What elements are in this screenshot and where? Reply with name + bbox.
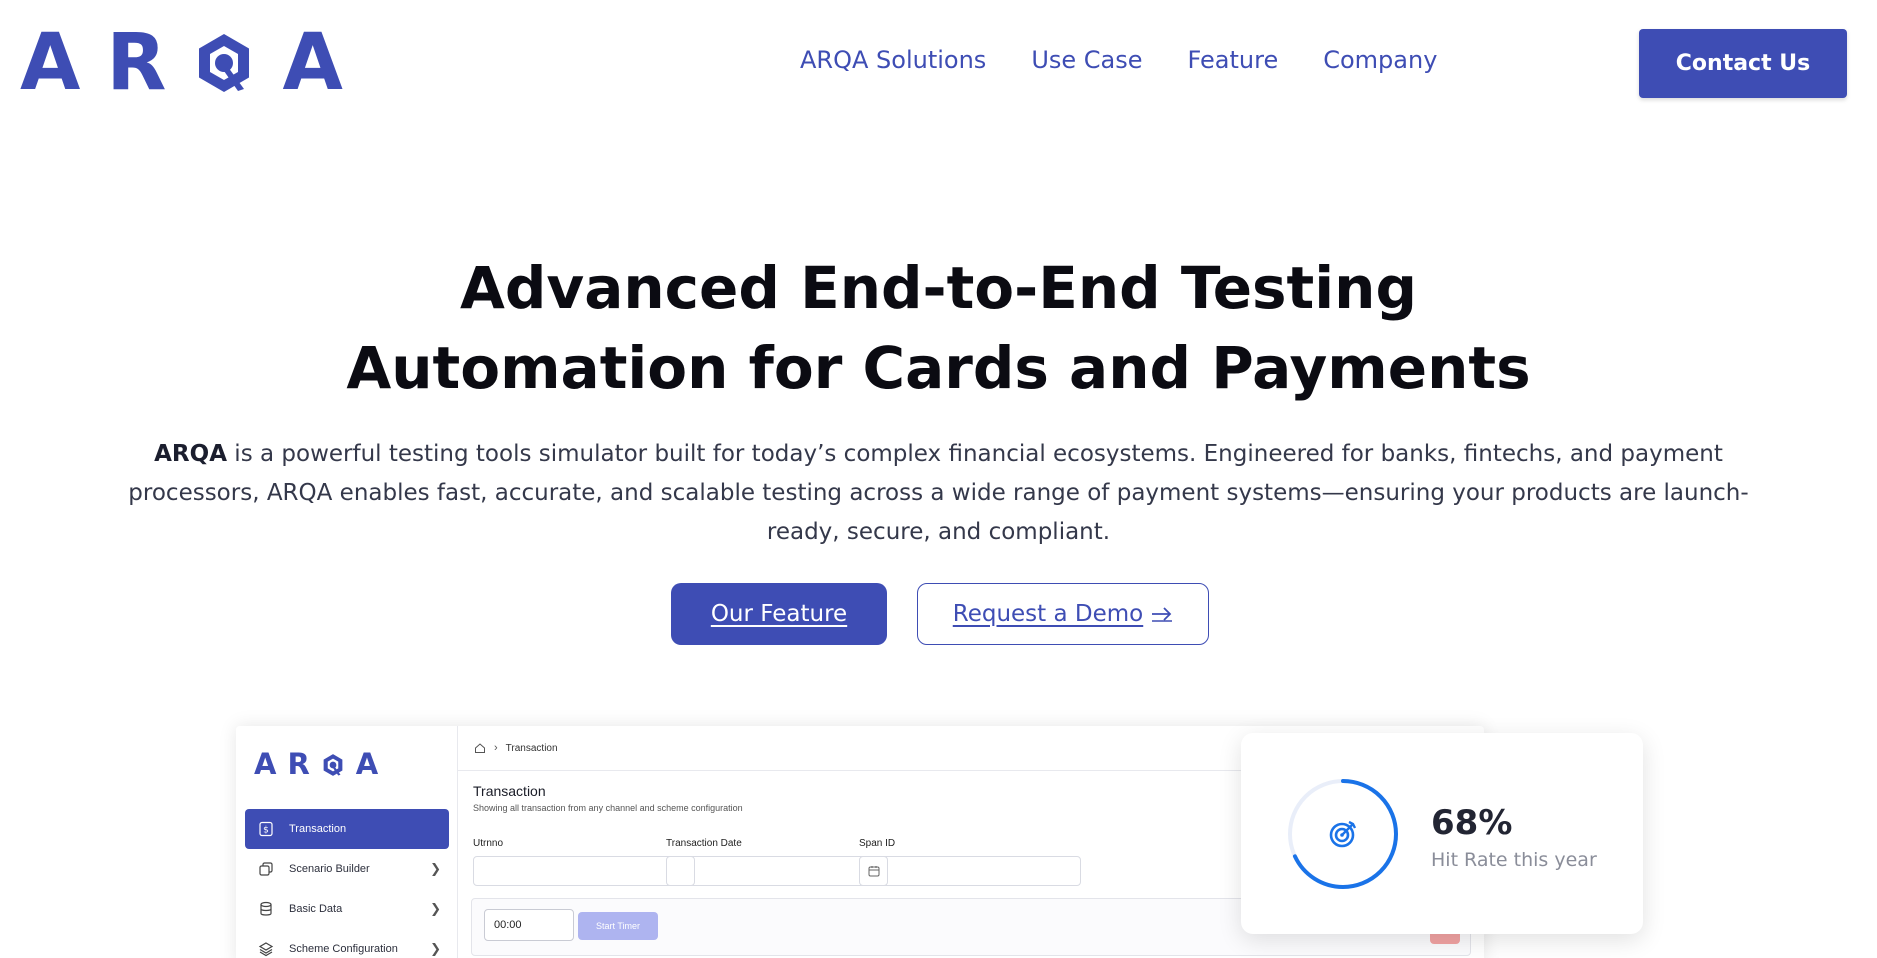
- transaction-date-field: Transaction Date: [666, 838, 888, 886]
- chevron-right-icon: ›: [494, 742, 498, 754]
- preview-logo-letter-r: R: [287, 747, 310, 781]
- hero-title-line-2: Automation for Cards and Payments: [346, 334, 1531, 402]
- hit-rate-value: 68%: [1431, 803, 1513, 843]
- transaction-date-label: Transaction Date: [666, 838, 742, 849]
- preview-sidebar-menu: $ Transaction Scenario Builder ❯ Basic D…: [245, 809, 449, 958]
- database-icon: [257, 900, 275, 918]
- nav-link-company[interactable]: Company: [1323, 46, 1437, 74]
- dollar-doc-icon: $: [257, 820, 275, 838]
- layers-icon: [257, 940, 275, 958]
- nav-link-feature[interactable]: Feature: [1188, 46, 1279, 74]
- sidebar-item-label: Transaction: [289, 823, 347, 835]
- span-id-input[interactable]: [859, 856, 1081, 886]
- hero-title: Advanced End-to-End Testing Automation f…: [0, 248, 1877, 408]
- sidebar-item-scenario-builder[interactable]: Scenario Builder ❯: [245, 849, 449, 889]
- request-demo-button[interactable]: Request a Demo: [917, 583, 1209, 645]
- nav-link-arqa-solutions[interactable]: ARQA Solutions: [800, 46, 986, 74]
- page-subtitle: Showing all transaction from any channel…: [473, 803, 743, 813]
- utrnno-input[interactable]: [473, 856, 695, 886]
- utrnno-field: Utrnno: [473, 838, 695, 886]
- preview-logo-letter-a2: A: [355, 747, 379, 781]
- sidebar-item-label: Scheme Configuration: [289, 943, 398, 955]
- brand-logo[interactable]: A R A: [20, 24, 343, 102]
- span-id-field: Span ID: [859, 838, 1081, 886]
- logo-letter-a: A: [20, 17, 81, 108]
- nav-link-use-case[interactable]: Use Case: [1031, 46, 1142, 74]
- logo-q-hexagon-icon: [199, 33, 250, 92]
- svg-text:$: $: [263, 826, 269, 836]
- hero-description-brand: ARQA: [154, 441, 227, 467]
- home-icon[interactable]: [474, 742, 486, 754]
- chevron-right-icon: ❯: [430, 861, 441, 876]
- hit-rate-label: Hit Rate this year: [1431, 849, 1597, 871]
- contact-us-button[interactable]: Contact Us: [1639, 29, 1847, 98]
- page-title: Transaction: [473, 783, 546, 799]
- sidebar-item-basic-data[interactable]: Basic Data ❯: [245, 889, 449, 929]
- sidebar-item-label: Scenario Builder: [289, 863, 370, 875]
- hero-description-text: is a powerful testing tools simulator bu…: [128, 441, 1749, 545]
- preview-brand-logo: A R A: [254, 750, 378, 779]
- sidebar-item-transaction[interactable]: $ Transaction: [245, 809, 449, 849]
- utrnno-label: Utrnno: [473, 838, 504, 849]
- our-feature-button[interactable]: Our Feature: [671, 583, 887, 645]
- preview-logo-q-hexagon-icon: [323, 753, 343, 776]
- request-demo-label: Request a Demo: [952, 601, 1144, 627]
- hit-rate-card: 68% Hit Rate this year: [1241, 733, 1643, 934]
- logo-letter-r: R: [106, 17, 167, 108]
- start-timer-button[interactable]: Start Timer: [578, 912, 658, 940]
- arrow-right-icon: [1152, 607, 1173, 622]
- main-nav: ARQA Solutions Use Case Feature Company: [800, 46, 1437, 74]
- timer-input[interactable]: 00:00: [484, 909, 574, 941]
- hit-rate-progress-ring: [1288, 779, 1398, 889]
- target-icon: [1329, 820, 1357, 848]
- sidebar-item-scheme-configuration[interactable]: Scheme Configuration ❯: [245, 929, 449, 958]
- copy-icon: [257, 860, 275, 878]
- span-id-label: Span ID: [859, 838, 896, 849]
- breadcrumb-current[interactable]: Transaction: [506, 743, 558, 754]
- hero-title-line-1: Advanced End-to-End Testing: [460, 254, 1417, 322]
- top-navbar: A R A ARQA Solutions Use Case Feature Co…: [0, 0, 1877, 130]
- hero-description: ARQA is a powerful testing tools simulat…: [120, 435, 1757, 552]
- transaction-date-input[interactable]: [666, 856, 888, 886]
- preview-logo-letter-a: A: [254, 747, 277, 781]
- preview-sidebar: A R A $ Transaction Scenario Builder ❯ B…: [236, 726, 458, 958]
- chevron-right-icon: ❯: [430, 941, 441, 956]
- logo-letter-a2: A: [282, 17, 343, 108]
- chevron-right-icon: ❯: [430, 901, 441, 916]
- sidebar-item-label: Basic Data: [289, 903, 343, 915]
